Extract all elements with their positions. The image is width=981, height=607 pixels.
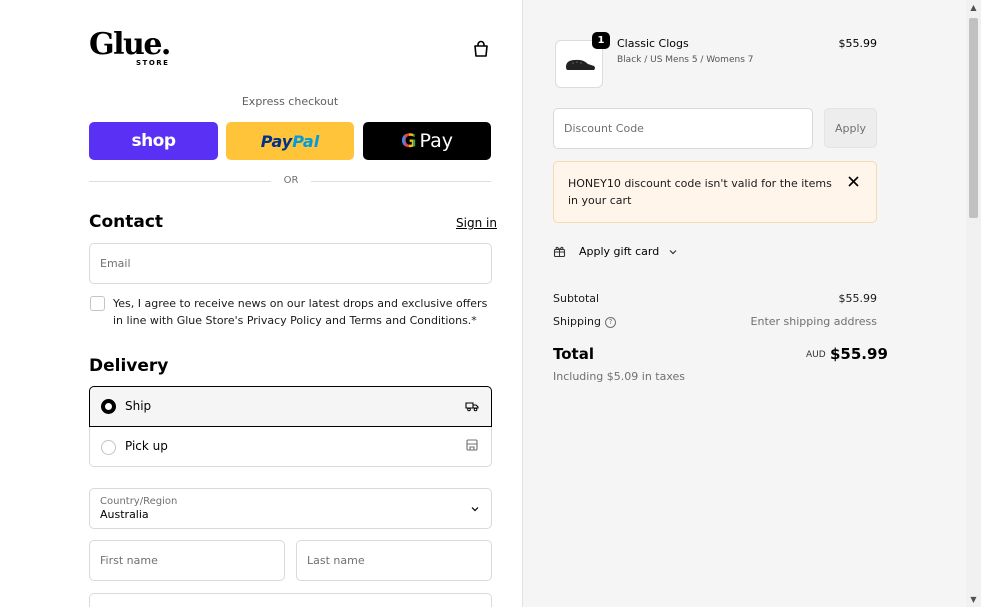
chevron-down-icon [471, 507, 479, 512]
country-select[interactable]: Country/Region Australia [89, 488, 492, 529]
shipping-value: Enter shipping address [750, 315, 877, 328]
shop-pay-label: shop [131, 131, 176, 151]
contact-title: Contact [89, 212, 164, 232]
google-g-icon: G [400, 130, 417, 152]
paypal-button[interactable]: Pay Pal [226, 122, 354, 160]
apply-discount-button[interactable]: Apply [824, 108, 877, 148]
checkout-form-panel: Glue. STORE Express checkout shop Pay Pal… [0, 0, 522, 607]
google-pay-button[interactable]: G Pay [363, 122, 491, 160]
country-value: Australia [100, 508, 149, 521]
logo-text: Glue. [89, 27, 171, 62]
paypal-label-a: Pay [260, 131, 293, 151]
divider-left [89, 181, 271, 182]
store-icon [466, 439, 478, 451]
discount-error-alert: HONEY10 discount code isn't valid for th… [553, 161, 877, 223]
chevron-down-icon [669, 249, 677, 254]
express-checkout-label: Express checkout [241, 95, 339, 108]
total-currency: AUD [806, 350, 826, 360]
or-divider-text: OR [283, 175, 299, 186]
first-name-field[interactable]: First name [89, 540, 285, 581]
google-pay-label: Pay [419, 130, 454, 152]
discount-code-field[interactable]: Discount Code [553, 108, 813, 149]
divider-right [311, 181, 491, 182]
last-name-placeholder: Last name [307, 554, 365, 567]
last-name-field[interactable]: Last name [296, 540, 492, 581]
first-name-placeholder: First name [100, 554, 158, 567]
scroll-down-arrow[interactable]: ▼ [966, 592, 981, 607]
apply-gift-card-toggle[interactable]: Apply gift card [553, 245, 677, 258]
paypal-label-b: Pal [292, 131, 320, 151]
total-amount: $55.99 [830, 345, 888, 363]
pickup-radio[interactable] [101, 440, 116, 455]
email-field[interactable]: Email [89, 243, 492, 284]
sign-in-link[interactable]: Sign in [456, 216, 497, 230]
marketing-consent-label: Yes, I agree to receive news on our late… [113, 297, 488, 327]
scroll-thumb[interactable] [969, 18, 978, 218]
truck-icon [465, 402, 479, 412]
pickup-label: Pick up [125, 439, 168, 453]
shop-pay-button[interactable]: shop [89, 122, 218, 160]
store-logo[interactable]: Glue. STORE [89, 27, 171, 68]
marketing-consent-checkbox[interactable] [90, 296, 105, 311]
scroll-up-arrow[interactable]: ▲ [966, 0, 981, 15]
product-name: Classic Clogs [617, 37, 689, 50]
gift-icon [553, 246, 566, 258]
logo-subtext: STORE [136, 59, 170, 67]
close-icon[interactable] [848, 176, 859, 187]
taxes-note: Including $5.09 in taxes [553, 370, 686, 383]
email-placeholder: Email [100, 257, 131, 270]
subtotal-value: $55.99 [838, 292, 878, 305]
shipping-label: Shipping [553, 315, 601, 328]
gift-card-label: Apply gift card [579, 245, 660, 258]
discount-placeholder: Discount Code [564, 122, 644, 135]
total-label: Total [553, 345, 594, 363]
country-label: Country/Region [100, 496, 178, 507]
product-variant: Black / US Mens 5 / Womens 7 [617, 55, 754, 65]
ship-label: Ship [125, 399, 152, 413]
subtotal-label: Subtotal [553, 292, 600, 305]
address-field[interactable] [89, 593, 492, 607]
quantity-badge: 1 [592, 32, 610, 49]
ship-radio[interactable] [101, 399, 116, 414]
discount-error-text: HONEY10 discount code isn't valid for th… [568, 177, 832, 207]
delivery-title: Delivery [89, 356, 169, 376]
clog-image-icon [566, 59, 595, 70]
scrollbar[interactable]: ▲ ▼ [966, 0, 981, 607]
product-price: $55.99 [838, 37, 878, 50]
shopping-bag-icon[interactable] [472, 40, 490, 58]
help-icon[interactable]: ? [605, 316, 616, 328]
